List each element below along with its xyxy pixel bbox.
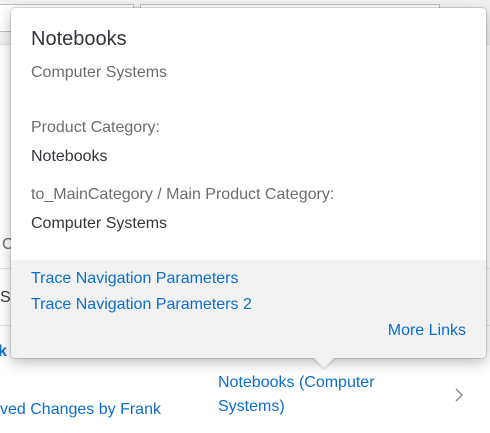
popover-footer: Trace Navigation Parameters Trace Naviga…	[11, 260, 486, 358]
field-label-product-category: Product Category:	[31, 119, 160, 136]
trace-navigation-link[interactable]: Trace Navigation Parameters	[31, 270, 239, 288]
chevron-right-icon[interactable]	[452, 386, 466, 404]
more-links-button[interactable]: More Links	[388, 322, 466, 340]
trace-navigation-link-2[interactable]: Trace Navigation Parameters 2	[31, 296, 252, 314]
field-value-product-category: Notebooks	[31, 148, 108, 165]
quick-view-popover: Notebooks Computer Systems Product Categ…	[11, 8, 486, 358]
field-label-main-category: to_MainCategory / Main Product Category:	[31, 186, 335, 203]
table-cell-fragment: S	[0, 289, 11, 306]
popover-title: Notebooks	[31, 28, 127, 50]
popover-subtitle: Computer Systems	[31, 64, 168, 81]
unsaved-changes-link[interactable]: ved Changes by Frank	[0, 401, 161, 419]
field-value-main-category: Computer Systems	[31, 215, 168, 232]
category-link[interactable]: Notebooks (Computer Systems)	[218, 371, 418, 419]
popover-arrow	[313, 357, 335, 368]
